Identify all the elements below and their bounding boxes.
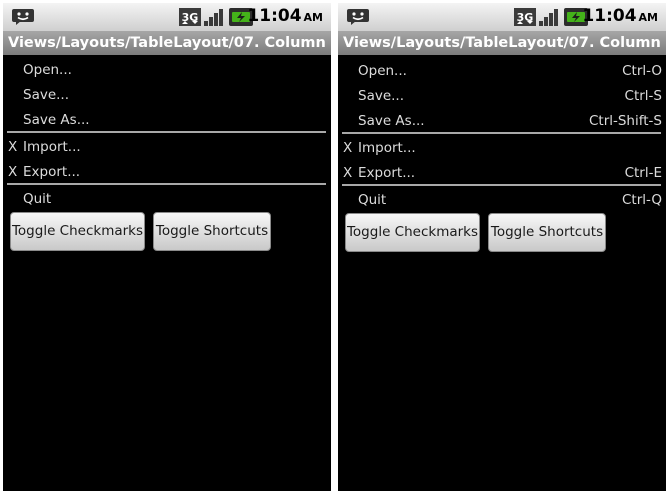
row-label: Import... [23,139,81,155]
row-checkmark: X [8,164,18,180]
menu-row-import[interactable]: X Import... [3,135,331,159]
menu-row-export[interactable]: X Export... Ctrl-E [338,161,666,185]
menu-divider [7,183,326,185]
toggle-checkmarks-button[interactable]: Toggle Checkmarks [10,212,145,251]
menu-divider [7,131,326,133]
menu-row-save[interactable]: Save... [3,83,331,107]
clock-text: 11:04 [582,6,637,26]
row-shortcut: Ctrl-O [622,63,662,79]
status-bar: 3G 11:04 AM [3,3,331,31]
row-checkmark: X [343,165,353,181]
menu-row-export[interactable]: X Export... [3,160,331,184]
menu-divider [342,132,661,134]
toggle-checkmarks-button[interactable]: Toggle Checkmarks [345,213,480,252]
row-label: Open... [23,62,72,78]
phone-screen-right: 3G 11:04 AM Views/Layouts/TableLayout/07.… [338,3,666,491]
clock-ampm: AM [303,11,323,24]
3g-icon: 3G [179,8,201,26]
row-shortcut: Ctrl-Shift-S [588,113,662,129]
row-label: Open... [358,63,407,79]
row-label: Save As... [23,112,90,128]
toggle-shortcuts-button[interactable]: Toggle Shortcuts [488,213,606,252]
clock-ampm: AM [638,11,658,24]
activity-title: Views/Layouts/TableLayout/07. Column Col… [3,31,331,55]
3g-icon: 3G [514,8,536,26]
row-checkmark: X [8,139,18,155]
status-time: 11:04 AM [582,6,658,26]
menu-row-quit[interactable]: Quit Ctrl-Q [338,188,666,212]
menu-row-save[interactable]: Save... Ctrl-S [338,84,666,108]
signal-icon [539,9,558,26]
row-shortcut: Ctrl-E [624,165,662,181]
phone-screen-left: 3G 11:04 AM Views/Layouts/TableLayout/07.… [3,3,331,491]
row-checkmark: X [343,140,353,156]
row-label: Export... [23,164,81,180]
activity-title: Views/Layouts/TableLayout/07. Column Col… [338,31,666,55]
menu-row-open[interactable]: Open... Ctrl-O [338,59,666,83]
row-label: Export... [358,165,416,181]
menu-divider [342,184,661,186]
menu-row-import[interactable]: X Import... [338,136,666,160]
signal-icon [204,9,223,26]
clock-text: 11:04 [247,6,302,26]
status-bar: 3G 11:04 AM [338,3,666,31]
row-label: Quit [358,192,387,208]
screenshot-stage: 3G 11:04 AM Views/Layouts/TableLayout/07.… [0,0,669,493]
notification-smiley-icon [12,9,34,25]
menu-row-save-as[interactable]: Save As... [3,108,331,132]
menu-row-open[interactable]: Open... [3,58,331,82]
status-time: 11:04 AM [247,6,323,26]
row-label: Save... [23,87,70,103]
row-label: Quit [23,191,52,207]
toggle-shortcuts-button[interactable]: Toggle Shortcuts [153,212,271,251]
menu-row-quit[interactable]: Quit [3,187,331,211]
row-label: Save As... [358,113,425,129]
notification-smiley-icon [347,9,369,25]
row-shortcut: Ctrl-S [624,88,662,104]
row-label: Save... [358,88,405,104]
row-shortcut: Ctrl-Q [621,192,662,208]
row-label: Import... [358,140,416,156]
menu-row-save-as[interactable]: Save As... Ctrl-Shift-S [338,109,666,133]
